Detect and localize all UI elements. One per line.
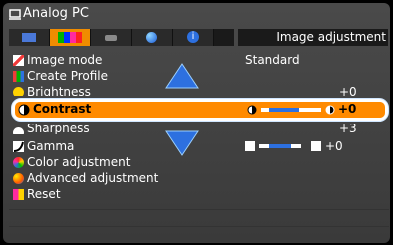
menu-item-reset[interactable]: Reset (9, 186, 389, 203)
contrast-slider-fill (269, 108, 299, 112)
brightness-value: +0 (339, 85, 357, 96)
gamma-icon (13, 141, 24, 152)
title-bar: Analog PC (3, 3, 390, 26)
tab-display[interactable] (132, 29, 173, 46)
row-divider (9, 209, 389, 210)
input-source-title: Analog PC (23, 6, 89, 21)
picture-tab-icon (22, 33, 36, 42)
menu-item-brightness[interactable]: Brightness +0 (9, 84, 389, 96)
sharpness-icon (13, 127, 24, 134)
tab-info[interactable]: i (173, 29, 214, 46)
menu-tab-strip: i (9, 29, 234, 46)
contrast-max-icon (325, 105, 335, 115)
scroll-up-arrow-icon[interactable] (165, 63, 199, 89)
contrast-icon (18, 104, 30, 116)
menu-item-image-mode[interactable]: Image mode Standard (9, 52, 389, 69)
create-profile-label: Create Profile (27, 69, 108, 83)
color-adjustment-label: Color adjustment (27, 155, 131, 169)
osd-menu: Analog PC i Image adjustment Image mode … (3, 3, 390, 243)
contrast-label: Contrast (33, 102, 92, 116)
menu-item-advanced-adjustment[interactable]: Advanced adjustment (9, 170, 389, 187)
blue-ball-icon (146, 32, 157, 43)
color-adjustment-icon (13, 157, 24, 168)
gamma-curve-icon (13, 141, 24, 152)
osd-frame: Analog PC i Image adjustment Image mode … (0, 0, 393, 245)
tab-input[interactable] (91, 29, 132, 46)
gamma-slider-fill (269, 144, 291, 148)
menu-item-contrast[interactable]: Contrast +0 (11, 98, 389, 122)
brightness-icon (13, 87, 24, 96)
contrast-value: +0 (338, 102, 357, 116)
advanced-adjustment-icon (13, 173, 24, 184)
brightness-label: Brightness (27, 85, 91, 96)
reset-label: Reset (27, 187, 61, 201)
pc-input-icon (9, 9, 21, 20)
contrast-slider[interactable] (261, 108, 321, 112)
gamma-max-icon (311, 141, 321, 151)
color-bars-icon (58, 32, 82, 43)
menu-item-sharpness[interactable]: Sharpness +3 (9, 124, 389, 134)
gamma-label: Gamma (27, 139, 75, 153)
menu-item-gamma[interactable]: Gamma +0 (9, 138, 389, 155)
input-tab-icon (105, 35, 117, 41)
gamma-min-icon (245, 141, 255, 151)
reset-icon (13, 189, 24, 200)
tab-image-adjustment[interactable] (50, 29, 91, 46)
advanced-adjustment-label: Advanced adjustment (27, 171, 159, 185)
sharpness-value: +3 (339, 124, 357, 134)
contrast-min-icon (247, 105, 257, 115)
menu-item-color-adjustment[interactable]: Color adjustment (9, 154, 389, 171)
scroll-down-arrow-icon[interactable] (165, 130, 199, 156)
sharpness-label: Sharpness (27, 124, 90, 134)
image-mode-label: Image mode (27, 53, 103, 67)
image-mode-icon (13, 55, 24, 66)
gamma-value: +0 (325, 139, 343, 153)
gamma-slider[interactable] (259, 144, 301, 148)
row-divider (9, 226, 389, 227)
tab-picture[interactable] (9, 29, 50, 46)
menu-item-create-profile[interactable]: Create Profile (9, 68, 389, 85)
create-profile-icon (13, 71, 24, 82)
image-mode-value: Standard (245, 53, 300, 67)
panel-title: Image adjustment (238, 29, 388, 46)
info-icon: i (187, 31, 199, 43)
selection-highlight: Contrast +0 (15, 102, 385, 118)
